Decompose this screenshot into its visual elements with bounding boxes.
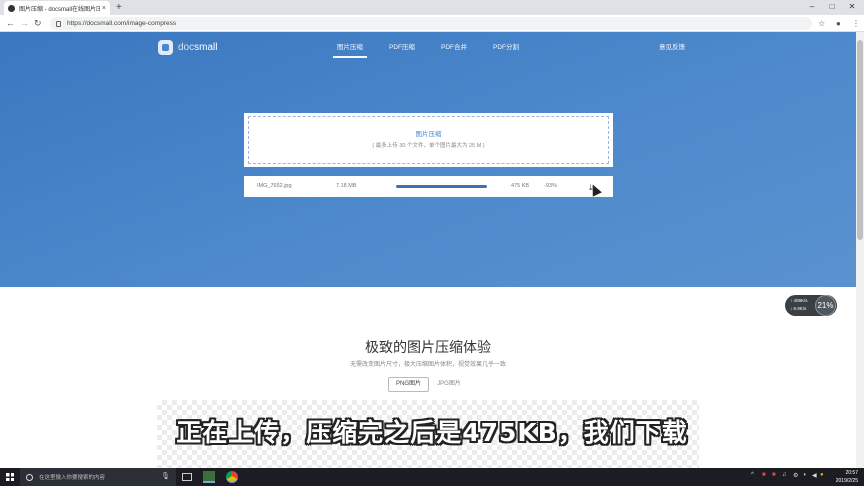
new-tab-button[interactable]: + — [116, 1, 122, 14]
taskbar-clock[interactable]: 20:57 2019/2/25 — [828, 469, 858, 485]
tab-png-images[interactable]: PNG图片 — [388, 377, 429, 392]
windows-taskbar: 在这里输入你要搜索的内容 🎙 ^ ■ ■ ♫ ⚙ ◗ ◀ ● 20:57 201… — [0, 468, 864, 486]
reduction-percent: -93% — [544, 183, 557, 189]
page-scrollbar[interactable] — [856, 32, 864, 468]
original-size: 7.18 MB — [336, 183, 357, 189]
lock-icon — [56, 20, 61, 27]
section-subtitle: 无需改变图片尺寸，极大压缩图片体积，视觉效果几乎一致 — [349, 362, 506, 368]
back-button[interactable]: ← — [6, 17, 15, 30]
windows-start-icon[interactable] — [6, 473, 14, 481]
file-row: IMG_7652.jpg 7.18 MB 475 KB -93% ⤓ — [244, 176, 613, 197]
chrome-taskbar-icon[interactable] — [226, 471, 238, 483]
download-speed: ↓ 6.9K/s — [790, 306, 807, 311]
url-text: https://docsmall.com/image-compress — [67, 20, 177, 27]
url-field[interactable]: https://docsmall.com/image-compress — [50, 17, 812, 30]
browser-tab-bar: 图片压缩 - docsmall在线图片压 × + – □ ✕ — [0, 0, 864, 15]
browser-tab[interactable]: 图片压缩 - docsmall在线图片压 × — [4, 1, 110, 15]
hero-section: doc small 图片压缩 PDF压缩 PDF合并 PDF分割 意见反馈 图片压… — [0, 32, 856, 287]
site-favicon-icon — [8, 4, 15, 12]
upload-dropzone[interactable]: 图片压缩 ( 最多上传 30 个文件，单个图片最大为 25 M ) — [244, 113, 613, 167]
tray-app-icon-4[interactable]: ⚙ — [793, 472, 798, 479]
upload-speed: ↑ 409K/s — [790, 298, 808, 303]
bookmark-star-icon[interactable]: ☆ — [818, 17, 825, 30]
nav-pdf-merge[interactable]: PDF合并 — [441, 41, 467, 51]
compressed-size: 475 KB — [511, 183, 530, 189]
nav-pdf-compress[interactable]: PDF压缩 — [389, 41, 415, 51]
address-toolbar: ← → ↻ https://docsmall.com/image-compres… — [0, 15, 864, 32]
cortana-icon — [26, 473, 33, 481]
tab-title: 图片压缩 - docsmall在线图片压 — [19, 6, 100, 13]
browser-menu-icon[interactable]: ⋮ — [852, 17, 860, 30]
tray-expand-icon[interactable]: ^ — [751, 472, 754, 478]
tab-close-icon[interactable]: × — [102, 5, 106, 12]
dropzone-border — [248, 116, 609, 164]
nav-pdf-split[interactable]: PDF分割 — [493, 41, 519, 51]
network-speed-widget[interactable]: ↑ 409K/s ↓ 6.9K/s 21% — [785, 295, 837, 316]
logo-icon — [158, 40, 173, 55]
nav-feedback[interactable]: 意见反馈 — [659, 41, 685, 51]
tray-app-icon-3[interactable]: ♫ — [782, 472, 787, 478]
tray-app-icon-5[interactable]: ● — [820, 472, 824, 478]
close-window-button[interactable]: ✕ — [840, 0, 864, 14]
scrollbar-thumb[interactable] — [857, 40, 863, 240]
wifi-icon[interactable]: ◗ — [803, 472, 807, 478]
logo-text-suffix: small — [194, 42, 218, 53]
tray-app-icon-2[interactable]: ■ — [772, 472, 776, 478]
profile-icon[interactable]: ● — [836, 17, 841, 30]
volume-icon[interactable]: ◀ — [812, 472, 817, 479]
tray-app-icon-1[interactable]: ■ — [762, 472, 766, 478]
taskbar-app-icon[interactable] — [203, 471, 215, 483]
upload-title: 图片压缩 — [415, 131, 442, 138]
progress-fill — [396, 185, 487, 188]
logo-text-prefix: doc — [178, 42, 195, 53]
nav-image-compress[interactable]: 图片压缩 — [333, 41, 367, 58]
microphone-icon[interactable]: 🎙 — [161, 472, 170, 480]
clock-time: 20:57 — [845, 470, 858, 476]
memory-percent: 21% — [815, 295, 836, 316]
taskbar-search-placeholder: 在这里输入你要搜索的内容 — [39, 475, 106, 481]
video-caption: 正在上传，压缩完之后是475KB，我们下载 — [176, 418, 688, 447]
section-title: 极致的图片压缩体验 — [365, 340, 491, 356]
taskbar-search[interactable]: 在这里输入你要搜索的内容 🎙 — [20, 468, 176, 486]
upload-hint: ( 最多上传 30 个文件，单个图片最大为 25 M ) — [372, 143, 485, 149]
file-name: IMG_7652.jpg — [257, 183, 292, 189]
progress-bar — [396, 185, 487, 188]
site-logo[interactable]: doc small — [158, 40, 217, 55]
clock-date: 2019/2/25 — [835, 478, 858, 484]
forward-button[interactable]: → — [20, 17, 29, 30]
tab-jpg-images[interactable]: JPG图片 — [429, 377, 469, 392]
task-view-icon[interactable] — [182, 473, 192, 481]
reload-button[interactable]: ↻ — [34, 17, 42, 30]
